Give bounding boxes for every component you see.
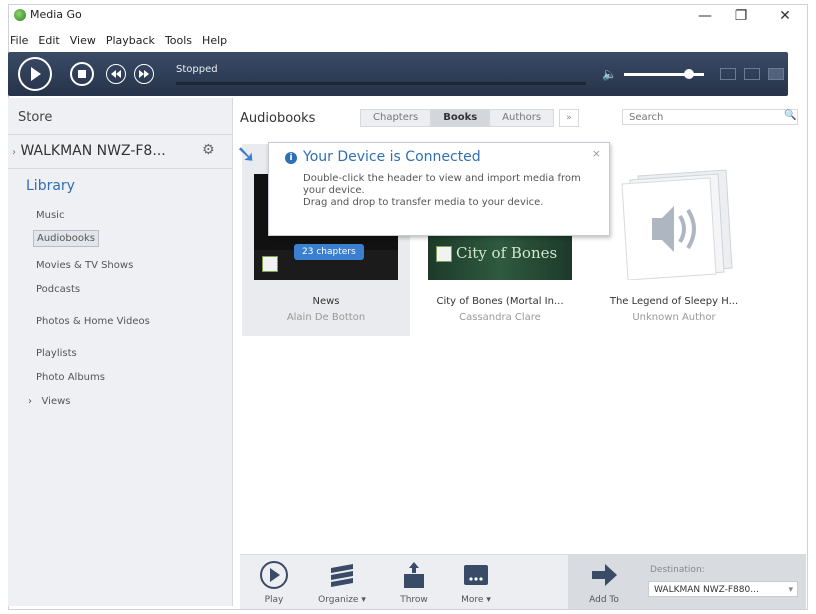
chevron-down-icon[interactable]: ▾ [788,582,793,598]
menu-playback[interactable]: Playback [106,34,155,50]
sidebar-item-podcasts[interactable]: Podcasts [36,284,80,295]
destination-panel: Add To Destination: WALKMAN NWZ-F880... … [568,555,806,609]
volume-icon[interactable]: 🔈 [602,67,617,81]
throw-icon [404,562,424,588]
tab-books[interactable]: Books [430,109,491,127]
organize-toolbar-button[interactable]: Organize ▾ [312,555,372,609]
sidebar-item-audiobooks[interactable]: Audiobooks [33,230,100,247]
views-expander-icon[interactable]: › [28,396,32,407]
play-circle-icon [260,561,288,589]
destination-select[interactable]: WALKMAN NWZ-F880... ▾ [648,581,798,597]
tab-authors[interactable]: Authors [489,109,555,127]
device-settings-icon[interactable]: ⚙ [202,142,215,158]
previous-icon [111,70,121,78]
popup-line-1: Double-click the header to view and impo… [303,173,581,196]
audiobook-icon [262,256,278,272]
volume-knob[interactable] [684,69,694,79]
next-button[interactable] [134,64,154,84]
app-logo-icon [14,9,26,21]
popup-message: Double-click the header to view and impo… [303,173,599,209]
sidebar-item-playlists[interactable]: Playlists [36,348,77,359]
maximize-button[interactable]: ❐ [724,6,758,26]
menu-tools[interactable]: Tools [165,34,192,50]
menu-bar: File Edit View Playback Tools Help [10,34,227,50]
popup-title: Your Device is Connected [303,149,481,165]
sidebar-device[interactable]: › WALKMAN NWZ-F8... [12,143,166,159]
more-label: More ▾ [461,595,491,605]
sidebar-item-photos-videos[interactable]: Photos & Home Videos [36,316,150,327]
menu-file[interactable]: File [10,34,28,50]
menu-help[interactable]: Help [202,34,227,50]
book-title: The Legend of Sleepy H... [609,296,739,307]
sidebar-store[interactable]: Store [18,110,52,125]
volume-slider[interactable] [624,69,704,79]
info-icon: i [285,152,297,164]
transport-bar: Stopped 🔈 [8,52,788,96]
organize-label: Organize ▾ [318,595,366,605]
popup-pointer-icon: ➘ [236,140,257,168]
device-connected-popup[interactable]: i Your Device is Connected × Double-clic… [268,142,610,236]
tab-chapters[interactable]: Chapters [360,109,432,127]
more-icon [464,565,488,585]
book-title: City of Bones (Mortal In... [436,296,564,307]
device-expander-icon[interactable]: › [12,147,16,158]
popup-close-button[interactable]: × [592,147,601,160]
book-title: News [312,296,340,307]
device-name: WALKMAN NWZ-F8... [20,143,166,159]
book-item[interactable]: The Legend of Sleepy H... Unknown Author [590,144,758,336]
views-label: Views [41,396,71,407]
sidebar-item-movies[interactable]: Movies & TV Shows [36,260,133,271]
sidebar: Store › WALKMAN NWZ-F8... ⚙ Library Musi… [8,98,233,606]
menu-view[interactable]: View [70,34,96,50]
add-to-button[interactable]: Add To [574,555,634,609]
playback-status: Stopped [176,64,218,75]
add-to-label: Add To [589,595,619,605]
chapters-badge: 23 chapters [294,244,364,260]
audiobook-icon [436,246,452,262]
next-icon [139,70,149,78]
destination-value: WALKMAN NWZ-F880... [654,585,759,595]
stop-button[interactable] [70,62,94,86]
search-icon[interactable]: 🔍 [784,110,796,121]
play-button[interactable] [18,57,52,91]
sidebar-library-heading[interactable]: Library [26,178,75,194]
stop-icon [78,70,86,78]
popup-line-2: Drag and drop to transfer media to your … [303,197,544,208]
page-title: Audiobooks [240,111,316,126]
seek-bar[interactable] [176,82,586,85]
book-author: Cassandra Clare [459,312,541,323]
sidebar-divider [8,168,232,169]
previous-button[interactable] [106,64,126,84]
cover-title-text: City of Bones [456,244,558,262]
organize-icon [331,564,353,587]
book-author: Alain De Botton [286,312,366,323]
sidebar-item-music[interactable]: Music [36,210,64,221]
compact-view-icon[interactable] [744,68,760,80]
default-audiobook-cover-icon [621,169,733,280]
play-label: Play [264,595,284,605]
more-toolbar-button[interactable]: More ▾ [446,555,506,609]
sidebar-item-views[interactable]: › Views [28,396,71,407]
bottom-toolbar: Play Organize ▾ Throw More ▾ Add To Dest… [240,554,806,609]
mini-player-icon[interactable] [720,68,736,80]
view-tabs: Chapters Books Authors » [360,109,580,127]
arrow-right-icon [592,564,617,586]
throw-toolbar-button[interactable]: Throw [384,555,444,609]
book-author: Unknown Author [632,312,716,323]
sidebar-item-photo-albums[interactable]: Photo Albums [36,372,105,383]
close-button[interactable]: ✕ [768,6,802,26]
minimize-button[interactable]: — [688,6,722,26]
tab-more-icon[interactable]: » [559,109,580,127]
search-input[interactable] [622,109,798,125]
menu-edit[interactable]: Edit [38,34,59,50]
play-toolbar-button[interactable]: Play [244,555,304,609]
window-title: Media Go [30,8,82,21]
play-icon [31,67,41,81]
full-screen-icon[interactable] [768,68,784,80]
throw-label: Throw [400,595,428,605]
destination-label: Destination: [650,565,705,575]
sidebar-divider [8,134,232,135]
